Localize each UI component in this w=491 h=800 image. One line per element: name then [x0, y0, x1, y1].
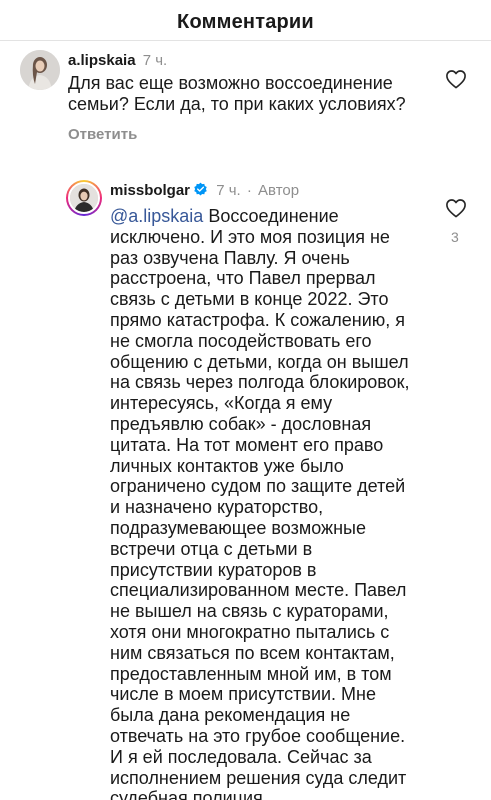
comment-line: была дана рекомендация не: [110, 705, 351, 726]
like-count[interactable]: 3: [451, 229, 459, 245]
comment-line-first: @a.lipskaia Воссоединение: [110, 206, 410, 227]
comment-line: раз озвучена Павлу. Я очень: [110, 247, 350, 268]
comment-line: специализированном месте. Павел: [110, 580, 407, 601]
comment-line: хотя они многократно пытались с: [110, 621, 390, 642]
comment-line: семьи? Если да, то при каких условиях?: [68, 93, 406, 114]
page-title: Комментарии: [177, 11, 314, 33]
comment-line: встречи отца с детьми в: [110, 538, 313, 559]
author-badge: Автор: [258, 182, 300, 199]
comment-line: ним связаться по всем контактам,: [110, 642, 395, 663]
comment-meta: a.lipskaia 7 ч.: [68, 52, 167, 69]
comment-line: И я ей последовала. Сейчас за: [110, 746, 372, 767]
comment-line: и назначено кураторство,: [110, 497, 324, 518]
heart-icon[interactable]: [445, 198, 467, 218]
comment-line: числе в моем присутствии. Мне: [110, 684, 377, 705]
comment-line: личных контактов уже было: [110, 455, 344, 476]
comment-line: подразумевающее возможные: [110, 517, 366, 538]
header-divider: [0, 40, 491, 41]
comment-line-rest: Воссоединение: [203, 206, 339, 226]
timestamp: 7 ч.: [142, 52, 168, 69]
reply-button[interactable]: Ответить: [68, 126, 137, 143]
comments-header: Комментарии: [0, 0, 491, 44]
comment-line: общению с детьми, когда он вышел: [110, 351, 409, 372]
comment-line: на связь через полгода блокировок,: [110, 372, 410, 393]
comment-line: ограничено судом по защите детей: [110, 476, 406, 497]
heart-icon[interactable]: [445, 69, 467, 89]
comment-line: предъявлю собак» - дословная: [110, 413, 372, 434]
comment-line: отвечать на это грубое сообщение.: [110, 725, 406, 746]
avatar-photo-icon: [70, 184, 98, 212]
comment-line: предоставленным мной им, в том: [110, 663, 392, 684]
comment-line: судебная полиция.: [110, 788, 268, 800]
comment-text: Для вас еще возможно воссоединение семьи…: [68, 73, 406, 115]
timestamp: 7 ч.: [216, 182, 241, 199]
comment-line: прямо катастрофа. К сожалению, я: [110, 309, 406, 330]
comment-line: исполнением решения суда следит: [110, 767, 407, 788]
comment-line: присутствии кураторов в: [110, 559, 317, 580]
avatar-photo-icon: [20, 50, 60, 90]
comment-text: @a.lipskaia Воссоединение исключено. И э…: [110, 206, 410, 800]
separator-dot: ·: [246, 182, 252, 199]
comment-line: Для вас еще возможно воссоединение: [68, 73, 393, 93]
comment-line: связь с детьми в конце 2022. Это: [110, 289, 389, 310]
comment-line: не вышел на связь с кураторами,: [110, 601, 389, 622]
comment-line: не смогла посодействовать его: [110, 330, 372, 351]
avatar[interactable]: [66, 180, 102, 216]
comment-line: исключено. И это моя позиция не: [110, 226, 390, 247]
username[interactable]: missbolgar: [110, 182, 190, 199]
comment-line: цитата. На тот момент его право: [110, 434, 384, 455]
comment-line: расстроена, что Павел прервал: [110, 268, 376, 289]
username[interactable]: a.lipskaia: [68, 52, 136, 69]
comment-line: интересуясь, «Когда я ему: [110, 393, 333, 414]
avatar[interactable]: [20, 50, 60, 90]
verified-badge-icon: [194, 182, 207, 196]
mention-link[interactable]: @a.lipskaia: [110, 206, 203, 226]
comment-meta: missbolgar 7 ч. · Автор: [110, 182, 299, 199]
avatar-photo: [68, 182, 100, 214]
